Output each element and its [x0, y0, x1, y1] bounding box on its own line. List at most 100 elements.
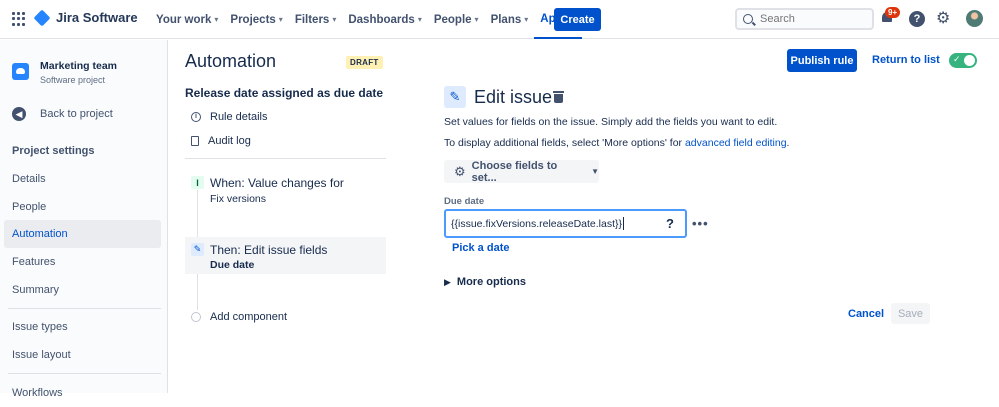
menu-label: Dashboards	[348, 13, 415, 26]
pencil-icon: ✎	[444, 86, 466, 108]
settings-gear-icon[interactable]: ⚙	[936, 10, 950, 28]
top-navigation: Jira Software Your work ▾ Projects ▾ Filte…	[0, 0, 999, 39]
add-component-label: Add component	[210, 311, 288, 323]
search-input[interactable]	[760, 13, 860, 25]
menu-plans[interactable]: Plans ▾	[485, 0, 535, 39]
project-sidebar: Marketing team Software project ◀ Back t…	[0, 40, 168, 399]
sidebar-item-issue-layout[interactable]: Issue layout	[4, 341, 161, 369]
project-type: Software project	[40, 75, 106, 85]
rule-details-label: Rule details	[210, 111, 268, 123]
sidebar-divider	[8, 373, 161, 374]
action-step[interactable]: ✎ Then: Edit issue fields Due date	[185, 237, 386, 274]
user-avatar[interactable]	[966, 10, 983, 27]
more-options-toggle[interactable]: ▶ More options	[444, 276, 526, 288]
due-date-label: Due date	[444, 196, 485, 207]
divider	[185, 158, 386, 159]
menu-filters[interactable]: Filters ▾	[289, 0, 343, 39]
jira-logo[interactable]: Jira Software	[33, 9, 138, 26]
project-header[interactable]: Marketing team Software project	[12, 60, 117, 85]
step-subtitle: Fix versions	[210, 193, 267, 205]
audit-log-link[interactable]: Audit log	[191, 135, 251, 147]
sidebar-item-details[interactable]: Details	[4, 165, 161, 193]
text-cursor	[623, 217, 625, 230]
search-icon	[743, 14, 753, 24]
chevron-down-icon: ▼	[591, 167, 599, 176]
choose-fields-label: Choose fields to set...	[471, 159, 558, 184]
choose-fields-button[interactable]: ⚙ Choose fields to set... ▼	[444, 159, 599, 184]
chevron-down-icon: ▾	[474, 15, 479, 24]
project-cloud-icon	[12, 63, 29, 80]
gear-icon: ⚙	[454, 163, 466, 179]
document-icon	[191, 136, 199, 146]
advanced-field-editing-link[interactable]: advanced field editing	[685, 137, 787, 149]
save-button[interactable]: Save	[891, 303, 930, 324]
rule-enabled-toggle[interactable]: ✓	[949, 53, 977, 68]
menu-label: Plans	[490, 13, 522, 26]
audit-log-label: Audit log	[208, 135, 251, 147]
more-options-label: More options	[456, 276, 526, 288]
menu-label: People	[433, 13, 472, 26]
pencil-icon: ✎	[191, 243, 204, 256]
due-date-input[interactable]: {{issue.fixVersions.releaseDate.last}}	[444, 209, 687, 238]
due-date-value: {{issue.fixVersions.releaseDate.last}}	[451, 217, 623, 230]
sidebar-item-people[interactable]: People	[4, 193, 161, 221]
menu-label: Projects	[230, 13, 276, 26]
panel-title: Edit issue	[474, 87, 553, 107]
sidebar-item-automation[interactable]: Automation	[4, 220, 161, 248]
app-name: Jira Software	[56, 10, 138, 25]
create-button[interactable]: Create	[554, 8, 601, 31]
help-icon[interactable]: ?	[909, 11, 925, 27]
additional-suffix: .	[786, 137, 790, 149]
cancel-button[interactable]: Cancel	[848, 308, 884, 320]
chevron-down-icon: ▾	[417, 15, 422, 24]
app-switcher-icon[interactable]	[12, 12, 26, 26]
search-field[interactable]	[735, 8, 874, 30]
sidebar-item-features[interactable]: Features	[4, 248, 161, 276]
project-name: Marketing team	[40, 60, 118, 72]
chevron-down-icon: ▾	[278, 15, 283, 24]
back-label: Back to project	[40, 108, 113, 120]
trash-icon[interactable]	[553, 91, 564, 103]
smart-value-help-icon[interactable]: ?	[666, 216, 674, 231]
step-title: When: Value changes for	[210, 176, 344, 190]
panel-description: Set values for fields on the issue. Simp…	[444, 116, 778, 128]
sidebar-item-summary[interactable]: Summary	[4, 276, 161, 304]
menu-label: Your work	[156, 13, 212, 26]
additional-fields-text: To display additional fields, select 'Mo…	[444, 137, 789, 149]
menu-dashboards[interactable]: Dashboards ▾	[342, 0, 427, 39]
sidebar-item-issue-types[interactable]: Issue types	[4, 313, 161, 341]
trigger-icon: I	[191, 176, 204, 189]
section-heading: Project settings	[12, 145, 95, 157]
menu-your-work[interactable]: Your work ▾	[150, 0, 224, 39]
add-circle-icon	[191, 312, 201, 322]
arrow-left-icon: ◀	[12, 107, 26, 121]
return-to-list-link[interactable]: Return to list	[872, 54, 940, 66]
status-badge: DRAFT	[346, 56, 383, 69]
more-actions-icon[interactable]: •••	[692, 216, 709, 231]
check-icon: ✓	[953, 54, 961, 64]
step-title: Then: Edit issue fields	[210, 243, 328, 257]
step-subtitle: Due date	[210, 259, 255, 271]
back-to-project-link[interactable]: ◀ Back to project	[12, 107, 113, 121]
main-menu: Your work ▾ Projects ▾ Filters ▾ Dashboards…	[150, 0, 583, 39]
rule-name: Release date assigned as due date	[185, 86, 384, 100]
publish-rule-button[interactable]: Publish rule	[787, 49, 857, 72]
toggle-knob	[964, 55, 975, 66]
menu-people[interactable]: People ▾	[428, 0, 485, 39]
chevron-right-icon: ▶	[444, 276, 451, 287]
chevron-down-icon: ▾	[332, 15, 337, 24]
chevron-down-icon: ▾	[214, 15, 219, 24]
trigger-step[interactable]: I When: Value changes for Fix versions	[185, 170, 386, 210]
additional-prefix: To display additional fields, select 'Mo…	[444, 137, 685, 149]
sidebar-divider	[8, 308, 161, 309]
notification-badge: 9+	[885, 7, 901, 18]
jira-logo-icon	[33, 9, 51, 26]
rule-details-link[interactable]: i Rule details	[191, 111, 267, 123]
add-component-link[interactable]: Add component	[191, 311, 287, 323]
info-icon: i	[191, 112, 201, 122]
pick-a-date-link[interactable]: Pick a date	[452, 242, 509, 254]
page-title: Automation	[185, 51, 277, 71]
chevron-down-icon: ▾	[524, 15, 529, 24]
menu-projects[interactable]: Projects ▾	[224, 0, 288, 39]
sidebar-item-workflows[interactable]: Workflows	[4, 379, 161, 407]
